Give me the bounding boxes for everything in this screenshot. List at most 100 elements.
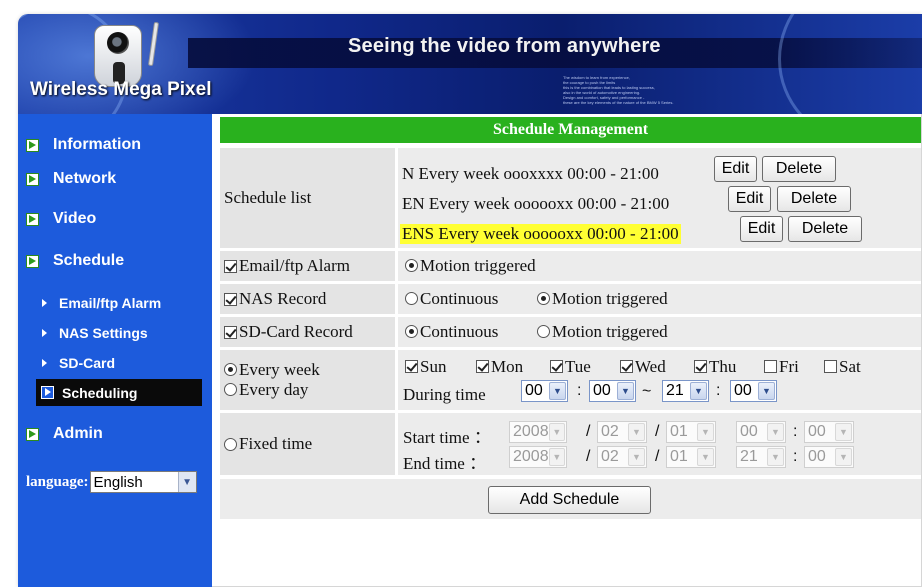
separator: /: [655, 423, 660, 440]
end-time-label: End time ：: [403, 454, 487, 473]
separator: :: [793, 423, 798, 440]
edit-button[interactable]: Edit: [714, 156, 757, 182]
sidebar-subitem-sd-card[interactable]: SD-Card: [42, 355, 115, 371]
sidebar-subitem-label: Email/ftp Alarm: [59, 295, 162, 311]
during-end-minute-select[interactable]: 00 ▼: [730, 380, 777, 402]
start-month-select[interactable]: 02 ▼: [597, 421, 647, 443]
separator: /: [655, 448, 660, 465]
nas-mode-row: Continuous Motion triggered: [398, 284, 921, 314]
during-time-label: During time: [403, 385, 486, 404]
arrow-bullet-icon: [26, 212, 39, 226]
radio-unselected-icon: [224, 437, 237, 451]
sidebar: Information Network Video Schedule Email…: [18, 114, 212, 587]
start-hour-select[interactable]: 00 ▼: [736, 421, 786, 443]
weekly-settings: Sun Mon Tue Wed Thu Fri Sat During time …: [398, 350, 921, 410]
header-title: Seeing the video from anywhere: [348, 35, 661, 57]
header-arc: [778, 14, 922, 114]
email-trigger-row: Motion triggered: [398, 251, 921, 281]
email-ftp-alarm-option[interactable]: Email/ftp Alarm: [220, 251, 395, 281]
arrow-bullet-icon: [26, 138, 39, 152]
language-select[interactable]: English ▼: [89, 471, 197, 493]
add-schedule-row: Add Schedule: [220, 479, 921, 519]
checkbox-checked-icon: [550, 360, 563, 373]
sidebar-item-label: Admin: [53, 425, 103, 442]
day-sat-checkbox[interactable]: Sat: [824, 357, 861, 377]
delete-button[interactable]: Delete: [777, 186, 851, 212]
checkbox-checked-icon[interactable]: [224, 292, 237, 306]
schedule-list-label: Schedule list: [220, 148, 395, 248]
sidebar-item-information[interactable]: Information: [26, 136, 141, 154]
sd-motion-triggered-radio[interactable]: Motion triggered: [537, 322, 668, 342]
checkbox-checked-icon: [694, 360, 707, 373]
radio-selected-icon: [405, 259, 418, 272]
start-time-label: Start time ：: [403, 428, 491, 447]
during-start-minute-select[interactable]: 00 ▼: [589, 380, 636, 402]
triangle-icon: [42, 329, 47, 337]
day-wed-checkbox[interactable]: Wed: [620, 357, 666, 377]
every-day-radio[interactable]: Every day: [224, 380, 308, 400]
sidebar-item-admin[interactable]: Admin: [26, 425, 103, 443]
sidebar-subitem-label: Scheduling: [62, 384, 138, 401]
chevron-down-icon: ▼: [549, 382, 566, 400]
arrow-bullet-icon: [26, 172, 39, 186]
fixed-time-label: Fixed time: [239, 434, 313, 453]
sidebar-item-schedule[interactable]: Schedule: [26, 252, 124, 270]
nas-motion-triggered-radio[interactable]: Motion triggered: [537, 289, 668, 309]
end-hour-select[interactable]: 21 ▼: [736, 446, 786, 468]
every-week-radio[interactable]: Every week: [224, 360, 320, 380]
language-row: language: English ▼: [26, 471, 197, 493]
arrow-bullet-icon: [26, 427, 39, 441]
day-mon-checkbox[interactable]: Mon: [476, 357, 523, 377]
language-value: English: [93, 473, 143, 491]
delete-button[interactable]: Delete: [788, 216, 862, 242]
end-year-select[interactable]: 2008 ▼: [509, 446, 567, 468]
during-end-hour-select[interactable]: 21 ▼: [662, 380, 709, 402]
start-minute-select[interactable]: 00 ▼: [804, 421, 854, 443]
sidebar-item-video[interactable]: Video: [26, 210, 96, 228]
sidebar-item-network[interactable]: Network: [26, 170, 116, 188]
edit-button[interactable]: Edit: [740, 216, 783, 242]
delete-button[interactable]: Delete: [762, 156, 836, 182]
camera-logo-icon: [94, 25, 142, 87]
separator: ~: [642, 383, 652, 400]
sd-continuous-radio[interactable]: Continuous: [405, 322, 498, 342]
checkbox-checked-icon[interactable]: [224, 259, 237, 273]
sidebar-subitem-scheduling[interactable]: Scheduling: [36, 379, 202, 406]
sidebar-subitem-nas-settings[interactable]: NAS Settings: [42, 325, 148, 341]
email-motion-triggered-radio[interactable]: Motion triggered: [405, 256, 536, 276]
end-month-select[interactable]: 02 ▼: [597, 446, 647, 468]
sd-card-record-option[interactable]: SD-Card Record: [220, 317, 395, 347]
separator: :: [577, 382, 582, 399]
day-sun-checkbox[interactable]: Sun: [405, 357, 446, 377]
header-banner: Seeing the video from anywhere Wireless …: [18, 14, 922, 114]
nas-record-option[interactable]: NAS Record: [220, 284, 395, 314]
checkbox-checked-icon[interactable]: [224, 325, 237, 339]
add-schedule-button[interactable]: Add Schedule: [488, 486, 651, 514]
day-fri-checkbox[interactable]: Fri: [764, 357, 799, 377]
fixed-time-settings: Start time ： 2008 ▼ / 02 ▼ / 01 ▼ 00 ▼ : 00 ▼…: [398, 413, 921, 475]
sidebar-subitem-email-ftp-alarm[interactable]: Email/ftp Alarm: [42, 295, 161, 311]
arrow-bullet-icon: [41, 386, 54, 399]
day-tue-checkbox[interactable]: Tue: [550, 357, 591, 377]
header-blurb: The wisdom to learn from experience, the…: [563, 75, 674, 105]
radio-selected-icon: [537, 292, 550, 305]
sidebar-subitem-label: NAS Settings: [59, 325, 148, 341]
chevron-down-icon: ▼: [628, 448, 645, 466]
day-thu-checkbox[interactable]: Thu: [694, 357, 736, 377]
edit-button[interactable]: Edit: [728, 186, 771, 212]
during-start-hour-select[interactable]: 00 ▼: [521, 380, 568, 402]
start-year-select[interactable]: 2008 ▼: [509, 421, 567, 443]
schedule-entry: EN Every week oooooxx 00:00 - 21:00: [402, 194, 670, 213]
end-day-select[interactable]: 01 ▼: [666, 446, 716, 468]
fixed-time-option[interactable]: Fixed time: [220, 413, 395, 475]
separator: :: [793, 448, 798, 465]
separator: :: [716, 382, 721, 399]
sidebar-item-label: Video: [53, 210, 97, 227]
chevron-down-icon: ▼: [835, 423, 852, 441]
nas-record-label: NAS Record: [239, 289, 327, 308]
separator: /: [586, 423, 591, 440]
start-day-select[interactable]: 01 ▼: [666, 421, 716, 443]
schedule-list: N Every week oooxxxx 00:00 - 21:00 Edit …: [398, 148, 921, 248]
end-minute-select[interactable]: 00 ▼: [804, 446, 854, 468]
nas-continuous-radio[interactable]: Continuous: [405, 289, 498, 309]
